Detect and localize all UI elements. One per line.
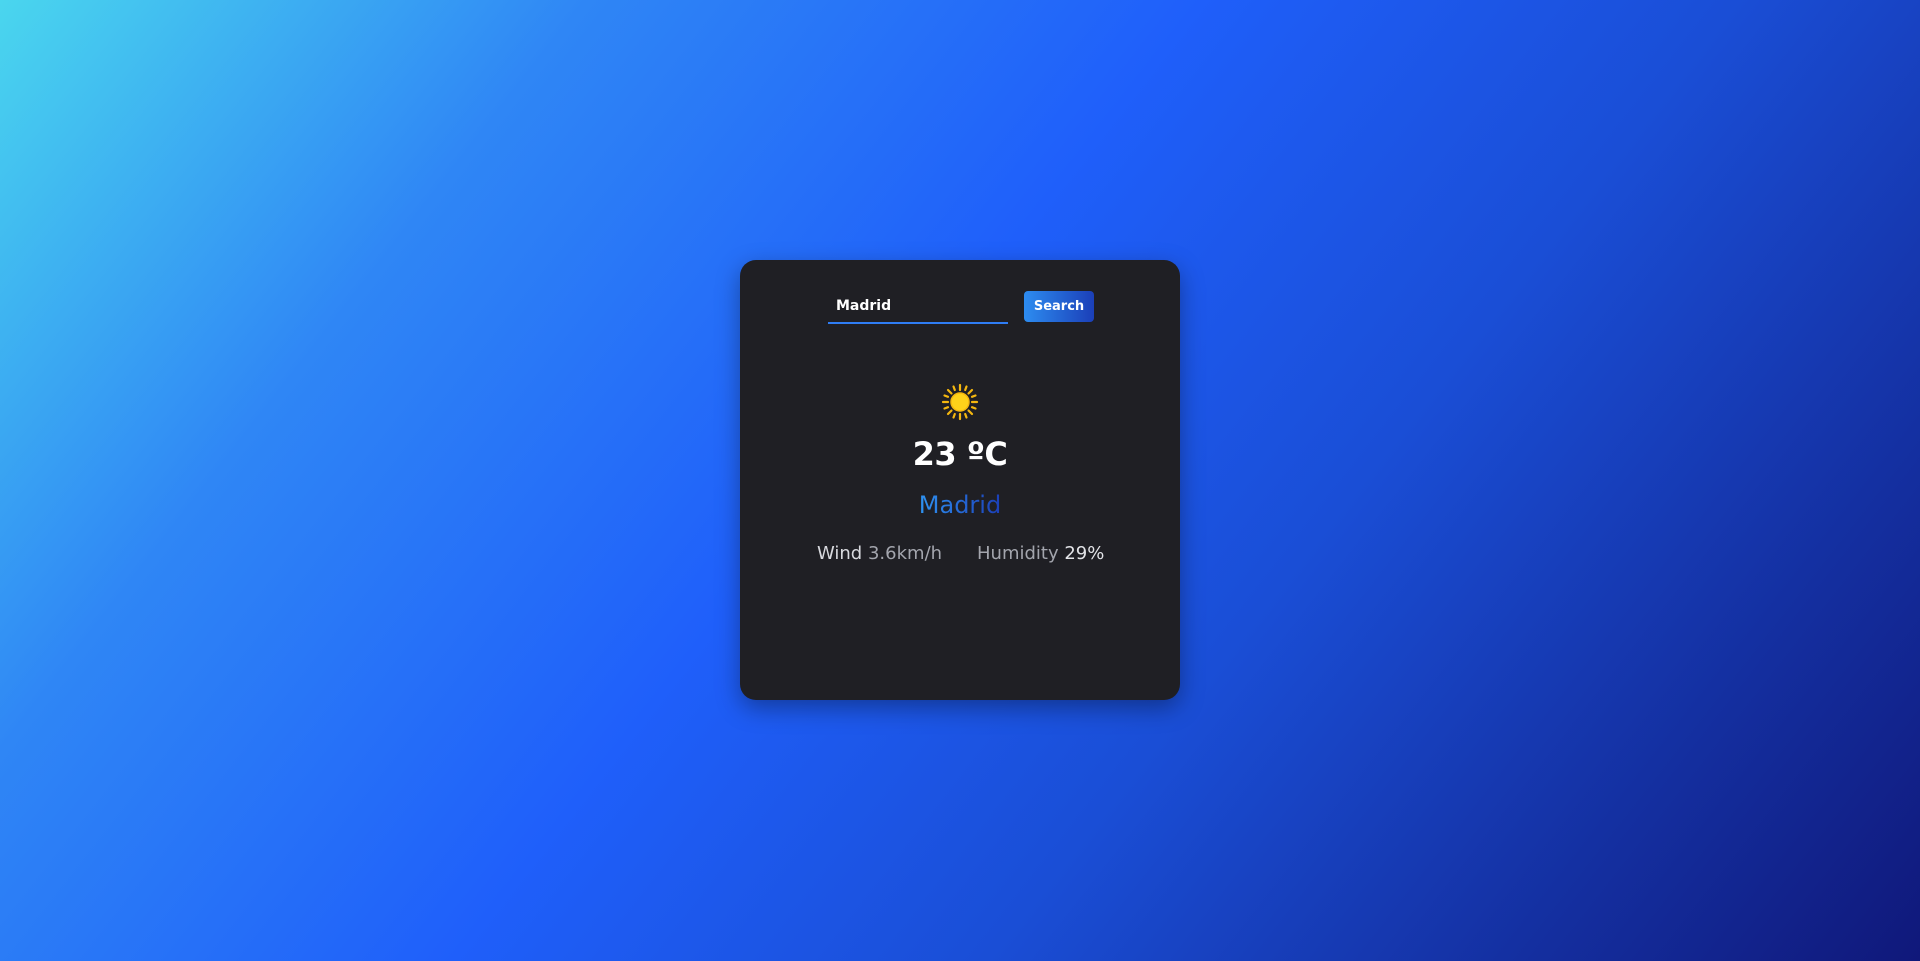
humidity-stat: Humidity 29% xyxy=(977,543,1104,564)
weather-card: Search 23 ºC xyxy=(740,260,1180,700)
search-bar: Search xyxy=(828,290,1120,326)
humidity-value: 29% xyxy=(1064,543,1105,564)
humidity-label: Humidity xyxy=(977,543,1059,564)
city-name-text: Madrid xyxy=(918,491,1002,519)
weather-stats: Wind 3.6km/h Humidity 29% xyxy=(740,543,1180,569)
temperature: 23 ºC xyxy=(912,435,1008,473)
wind-label: Wind xyxy=(817,543,863,564)
sun-icon xyxy=(941,383,979,421)
city-name: Madrid xyxy=(740,491,1180,519)
search-button[interactable]: Search xyxy=(1024,291,1094,322)
search-input[interactable] xyxy=(828,290,1008,324)
wind-stat: Wind 3.6km/h xyxy=(817,543,942,564)
wind-value: 3.6km/h xyxy=(867,543,943,564)
